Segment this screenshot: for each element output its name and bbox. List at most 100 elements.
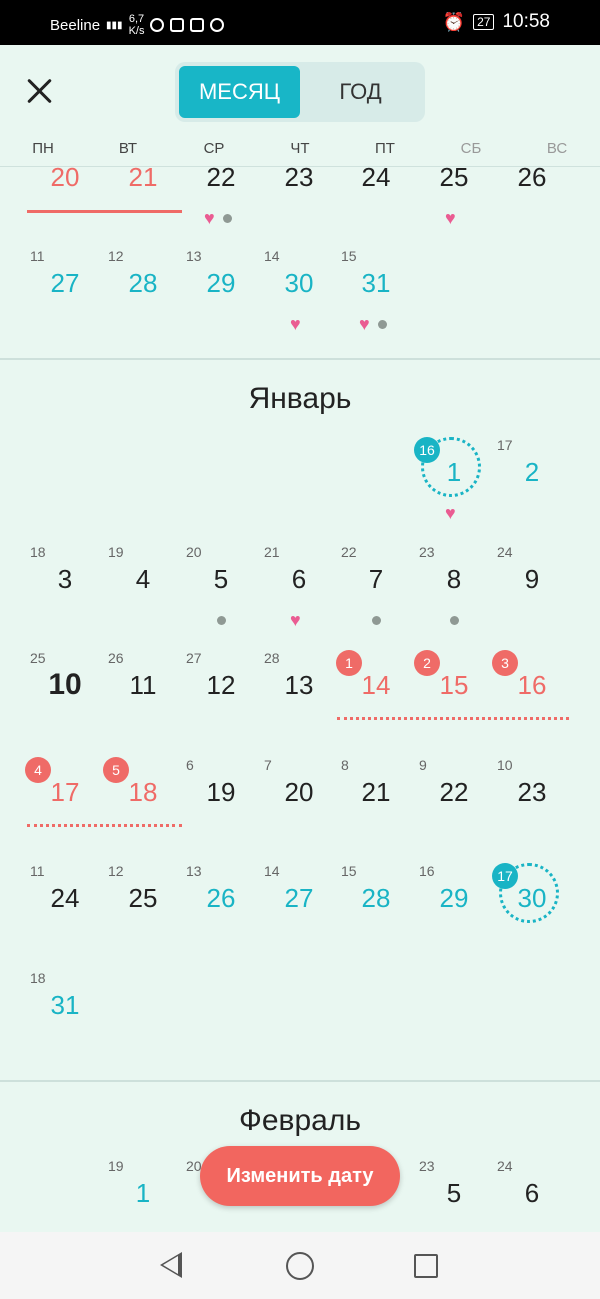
time-label: 10:58 [502, 11, 550, 32]
day-number: 30 [284, 268, 314, 298]
calendar-day[interactable]: 27 12 [186, 650, 251, 720]
change-date-button[interactable]: Изменить дату [200, 1146, 400, 1206]
carrier-label: Beeline [50, 16, 101, 34]
calendar-day[interactable]: 22 ♥ [191, 142, 251, 227]
calendar-day[interactable]: 3 16 [492, 650, 562, 720]
period-underline [337, 717, 569, 720]
close-icon[interactable] [24, 75, 56, 107]
day-number: 28 [361, 883, 391, 913]
calendar-day[interactable]: 15 31 ♥ [341, 248, 406, 333]
cycle-day-label: 24 [497, 1158, 513, 1174]
calendar-day[interactable]: 25 10 [30, 650, 95, 720]
instagram-icon [170, 18, 185, 32]
calendar-day[interactable]: 11 27 [30, 248, 95, 318]
calendar-day[interactable]: 16 29 [419, 863, 484, 933]
calendar-day[interactable]: 18 3 [30, 544, 95, 614]
calendar-day[interactable]: 12 25 [108, 863, 173, 933]
cycle-day-label: 22 [341, 544, 357, 560]
day-number: 2 [524, 457, 540, 487]
calendar-day[interactable]: 9 22 [419, 757, 484, 827]
day-number: 25 [128, 883, 158, 913]
calendar-day[interactable]: 11 24 [30, 863, 95, 933]
calendar-day[interactable]: 19 4 [108, 544, 173, 614]
day-number: 23 [517, 777, 547, 807]
calendar-day[interactable]: 25 ♥ [424, 142, 484, 227]
calendar-day[interactable]: 14 27 [264, 863, 329, 933]
view-switcher: МЕСЯЦ ГОД [175, 62, 425, 122]
heart-icon: ♥ [204, 208, 215, 228]
calendar-day[interactable]: 24 9 [497, 544, 562, 614]
calendar-day[interactable]: 13 29 [186, 248, 251, 318]
cycle-day-label: 11 [30, 248, 45, 264]
cycle-day-label: 20 [186, 544, 202, 560]
calendar-day[interactable]: 13 26 [186, 863, 251, 933]
calendar-day[interactable]: 26 [502, 142, 562, 212]
home-icon[interactable] [286, 1252, 314, 1280]
day-number: 19 [206, 777, 236, 807]
calendar-day[interactable]: 21 6 ♥ [264, 544, 329, 629]
back-icon[interactable] [160, 1252, 182, 1278]
day-number: 18 [128, 777, 158, 807]
calendar-day[interactable]: 8 21 [341, 757, 406, 827]
cycle-day-label: 26 [108, 650, 124, 666]
calendar-day[interactable]: 24 6 [497, 1158, 562, 1228]
cycle-day-label: 16 [419, 863, 435, 879]
calendar-day[interactable]: 21 [113, 142, 173, 212]
calendar-day[interactable]: 28 13 [264, 650, 329, 720]
calendar-day[interactable]: 5 18 [103, 757, 173, 827]
day-number: 3 [57, 564, 73, 594]
day-number: 1 [446, 457, 462, 487]
calendar-day[interactable]: 1 14 [336, 650, 406, 720]
calendar-day[interactable]: 20 5 [186, 544, 251, 625]
cycle-day-label: 14 [264, 863, 280, 879]
cycle-day-label: 13 [186, 248, 202, 264]
calendar-day[interactable]: 16161♥ [414, 437, 484, 522]
tab-month[interactable]: МЕСЯЦ [179, 66, 300, 118]
day-number: 20 [50, 162, 80, 192]
cycle-day-label: 25 [30, 650, 46, 666]
cycle-day-label: 8 [341, 757, 349, 773]
cycle-day-label: 28 [264, 650, 280, 666]
day-number: 10 [48, 668, 82, 701]
calendar-day[interactable]: 24 [346, 142, 406, 212]
status-bar: Beeline ▮▮▮ 6,7 K/s ⏰ 27 10:58 [0, 0, 600, 45]
calendar-day[interactable]: 14 30 ♥ [264, 248, 329, 333]
calendar-day[interactable]: 23 8 [419, 544, 484, 625]
note-dot [372, 616, 381, 625]
day-number: 7 [368, 564, 384, 594]
day-number: 1 [135, 1178, 151, 1208]
calendar-day[interactable]: 23 5 [419, 1158, 484, 1228]
battery-indicator: 27 [473, 14, 495, 30]
calendar-day[interactable]: 15 28 [341, 863, 406, 933]
signal-icon: ▮▮▮ [106, 19, 123, 31]
cycle-day-label: 15 [341, 863, 357, 879]
calendar-day[interactable]: 6 19 [186, 757, 251, 827]
calendar-day[interactable]: 17 30 [492, 863, 562, 933]
heart-icon: ♥ [445, 503, 456, 523]
day-number: 27 [284, 883, 314, 913]
tab-year[interactable]: ГОД [300, 66, 421, 118]
day-number: 23 [284, 162, 314, 192]
calendar-day[interactable]: 18 31 [30, 970, 95, 1040]
calendar-day[interactable]: 26 11 [108, 650, 173, 720]
day-number: 11 [129, 670, 157, 700]
note-dot [450, 616, 459, 625]
calendar-day[interactable]: 2 15 [414, 650, 484, 720]
leaf-icon [150, 18, 165, 32]
calendar-day[interactable]: 4 17 [25, 757, 95, 827]
calendar-day[interactable]: 7 20 [264, 757, 329, 827]
calendar-day[interactable]: 10 23 [497, 757, 562, 827]
calendar-day[interactable]: 20 [35, 142, 95, 212]
day-number: 6 [524, 1178, 540, 1208]
calendar-day[interactable]: 12 28 [108, 248, 173, 318]
cycle-day-label: 18 [30, 544, 46, 560]
cycle-day-label: 19 [108, 544, 124, 560]
calendar-day[interactable]: 22 7 [341, 544, 406, 625]
recent-apps-icon[interactable] [414, 1254, 438, 1278]
calendar-day[interactable]: 19 1 [108, 1158, 173, 1228]
month-title-february: Февраль [239, 1104, 361, 1137]
day-number: 21 [361, 777, 391, 807]
cycle-day-label: 12 [108, 863, 124, 879]
calendar-day[interactable]: 23 [269, 142, 329, 212]
calendar-day[interactable]: 17 2 [497, 437, 562, 507]
